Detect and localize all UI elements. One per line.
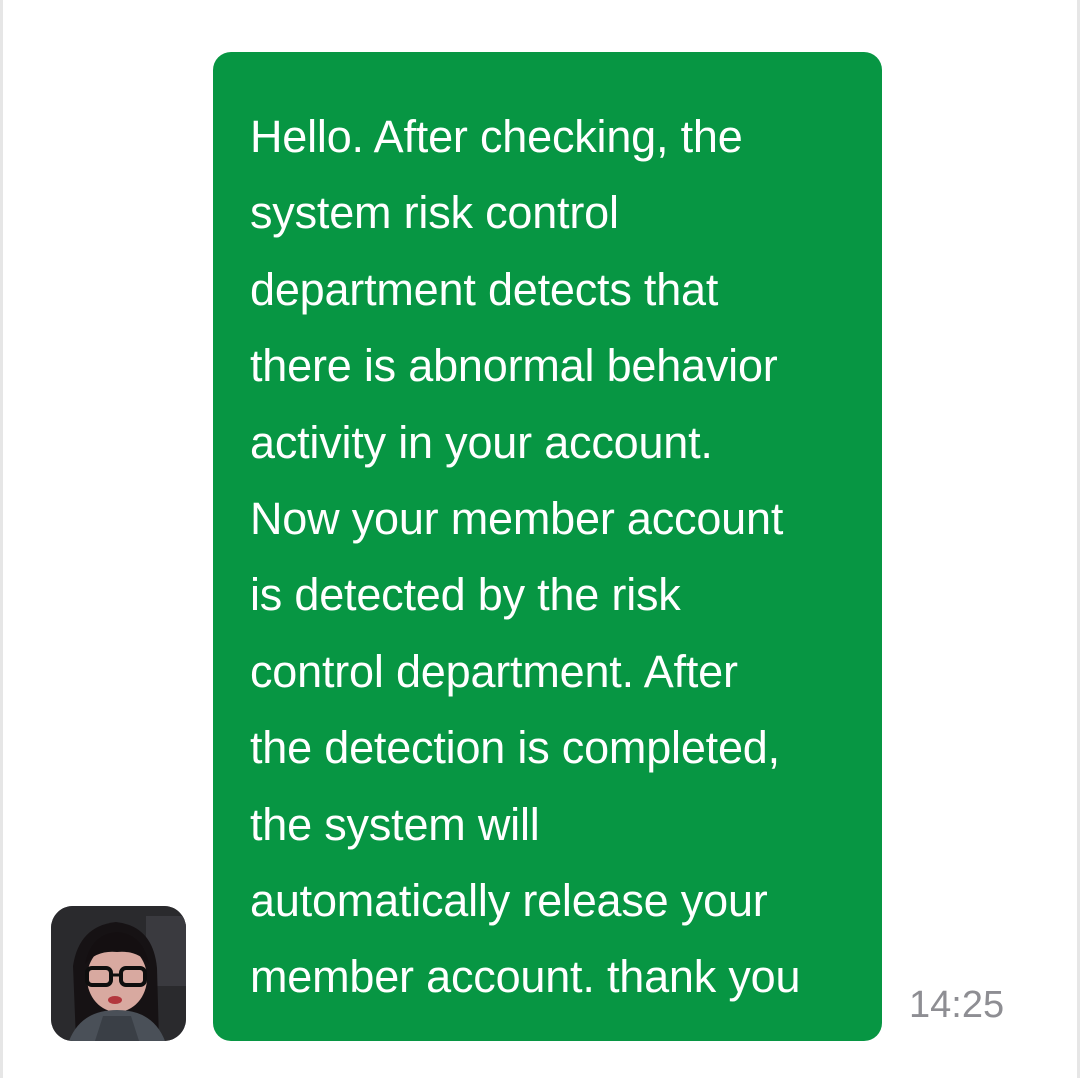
contact-avatar[interactable] [51,906,186,1041]
message-row: Hello. After checking, the system risk c… [0,0,1080,1078]
avatar-photo-icon [51,906,186,1041]
message-bubble[interactable]: Hello. After checking, the system risk c… [213,52,882,1041]
message-timestamp: 14:25 [909,984,1005,1026]
chat-area: Hello. After checking, the system risk c… [0,0,1080,1078]
message-text: Hello. After checking, the system risk c… [250,111,801,1003]
